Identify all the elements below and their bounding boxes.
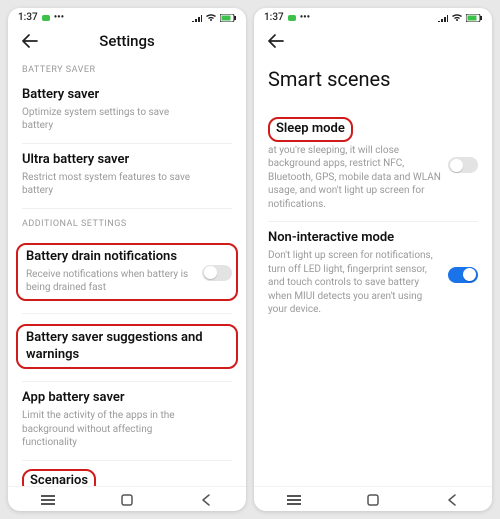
ultra-battery-saver-item[interactable]: Ultra battery saver Restrict most system… bbox=[22, 144, 232, 209]
item-title: Battery saver suggestions and warnings bbox=[26, 330, 228, 364]
highlight-annotation: Battery saver suggestions and warnings bbox=[16, 324, 238, 370]
app-battery-saver-item[interactable]: App battery saver Limit the activity of … bbox=[22, 382, 232, 460]
suggestions-item[interactable]: Battery saver suggestions and warnings bbox=[22, 314, 232, 383]
highlight-annotation: Scenarios bbox=[22, 469, 96, 486]
back-button[interactable] bbox=[266, 31, 286, 51]
non-interactive-toggle[interactable] bbox=[448, 267, 478, 283]
status-app-indicator bbox=[288, 15, 296, 21]
app-bar bbox=[254, 25, 492, 55]
item-title: Non-interactive mode bbox=[268, 230, 478, 247]
nav-home[interactable] bbox=[117, 493, 137, 507]
sleep-mode-toggle[interactable] bbox=[448, 157, 478, 173]
status-dots: ••• bbox=[300, 12, 311, 23]
item-subtitle: Optimize system settings to save battery bbox=[22, 106, 232, 133]
item-title: Scenarios bbox=[22, 469, 232, 486]
wifi-icon bbox=[206, 14, 216, 22]
settings-list: BATTERY SAVER Battery saver Optimize sys… bbox=[8, 55, 246, 486]
highlight-annotation: Sleep mode bbox=[268, 117, 353, 142]
nav-bar bbox=[254, 486, 492, 511]
item-subtitle: Don't light up screen for notifications,… bbox=[268, 249, 478, 317]
smart-scenes-screen: 1:37 ••• Smart scenes Sleep mode at you'… bbox=[254, 8, 492, 511]
status-bar: 1:37 ••• bbox=[8, 8, 246, 25]
scenarios-item[interactable]: Scenarios Identify scenarios to switch b… bbox=[22, 461, 232, 486]
battery-saver-item[interactable]: Battery saver Optimize system settings t… bbox=[22, 79, 232, 144]
item-subtitle: at you're sleeping, it will close backgr… bbox=[268, 144, 478, 212]
status-time: 1:37 bbox=[264, 12, 284, 23]
item-title: App battery saver bbox=[22, 390, 232, 407]
section-header: BATTERY SAVER bbox=[22, 65, 232, 75]
status-bar: 1:37 ••• bbox=[254, 8, 492, 25]
item-subtitle: Limit the activity of the apps in the ba… bbox=[22, 409, 232, 450]
item-subtitle: Receive notifications when battery is be… bbox=[26, 268, 228, 295]
nav-back[interactable] bbox=[442, 493, 462, 507]
nav-recents[interactable] bbox=[284, 493, 304, 507]
nav-recents[interactable] bbox=[38, 493, 58, 507]
item-title: Battery drain notifications bbox=[26, 249, 228, 266]
nav-home[interactable] bbox=[363, 493, 383, 507]
page-title: Settings bbox=[50, 32, 204, 50]
signal-icon bbox=[438, 14, 448, 22]
item-title: Battery saver bbox=[22, 87, 232, 104]
wifi-icon bbox=[452, 14, 462, 22]
status-dots: ••• bbox=[54, 12, 65, 23]
item-subtitle: Restrict most system features to save ba… bbox=[22, 171, 232, 198]
status-app-indicator bbox=[42, 15, 50, 21]
status-time: 1:37 bbox=[18, 12, 38, 23]
non-interactive-item[interactable]: Non-interactive mode Don't light up scre… bbox=[268, 222, 478, 326]
signal-icon bbox=[192, 14, 202, 22]
back-button[interactable] bbox=[20, 31, 40, 51]
item-title: Sleep mode bbox=[268, 117, 478, 142]
item-title: Ultra battery saver bbox=[22, 152, 232, 169]
settings-screen: 1:37 ••• Settings BATTERY SAVER Battery … bbox=[8, 8, 246, 511]
nav-bar bbox=[8, 486, 246, 511]
sleep-mode-item[interactable]: Sleep mode at you're sleeping, it will c… bbox=[268, 109, 478, 222]
battery-icon bbox=[220, 14, 236, 22]
section-header: ADDITIONAL SETTINGS bbox=[22, 219, 232, 229]
nav-back[interactable] bbox=[196, 493, 216, 507]
smart-scenes-list: Sleep mode at you're sleeping, it will c… bbox=[254, 109, 492, 486]
page-title: Smart scenes bbox=[254, 55, 492, 109]
battery-drain-item[interactable]: Battery drain notifications Receive noti… bbox=[22, 233, 232, 314]
drain-toggle[interactable] bbox=[202, 265, 232, 281]
app-bar: Settings bbox=[8, 25, 246, 55]
battery-icon bbox=[466, 14, 482, 22]
